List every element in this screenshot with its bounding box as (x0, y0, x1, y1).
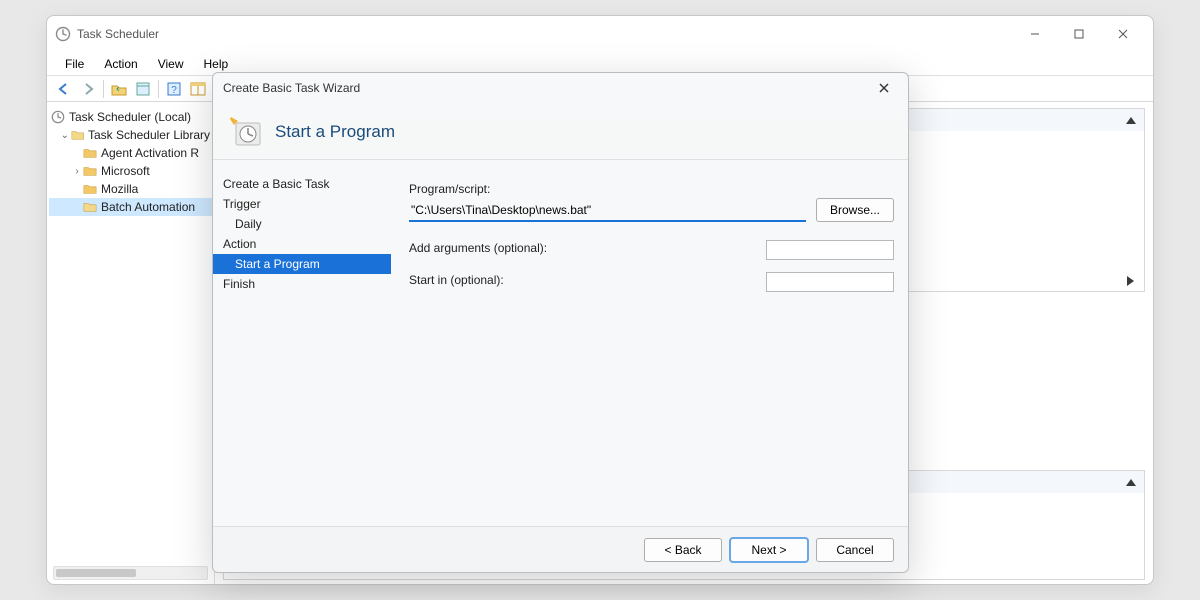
browse-button[interactable]: Browse... (816, 198, 894, 222)
menu-action[interactable]: Action (94, 54, 147, 74)
tree-item-label: Mozilla (101, 182, 138, 196)
titlebar: Task Scheduler (47, 16, 1153, 52)
toolbar-separator (103, 80, 104, 98)
nav-start-a-program[interactable]: Start a Program (213, 254, 391, 274)
properties-icon[interactable] (132, 78, 154, 100)
start-in-input[interactable] (766, 272, 894, 292)
nav-finish[interactable]: Finish (213, 274, 391, 294)
nav-trigger-daily[interactable]: Daily (213, 214, 391, 234)
folder-icon (83, 147, 97, 159)
close-button[interactable] (1101, 19, 1145, 49)
program-script-input[interactable] (409, 200, 806, 222)
forward-icon[interactable] (77, 78, 99, 100)
clock-icon (55, 26, 71, 42)
tree-item-selected[interactable]: Batch Automation (49, 198, 212, 216)
folder-icon (83, 165, 97, 177)
window-controls (1013, 19, 1145, 49)
folder-icon (83, 201, 97, 213)
tree-library[interactable]: ⌄ Task Scheduler Library (49, 126, 212, 144)
wizard-body: Create a Basic Task Trigger Daily Action… (213, 159, 908, 526)
up-folder-icon[interactable] (108, 78, 130, 100)
wizard-footer: < Back Next > Cancel (213, 526, 908, 572)
svg-text:?: ? (171, 85, 177, 96)
tree-item[interactable]: Mozilla (49, 180, 212, 198)
back-button[interactable]: < Back (644, 538, 722, 562)
tree-item-label: Agent Activation R (101, 146, 199, 160)
tree-library-label: Task Scheduler Library (88, 128, 210, 142)
start-in-label: Start in (optional): (409, 273, 504, 287)
menu-file[interactable]: File (55, 54, 94, 74)
nav-trigger[interactable]: Trigger (213, 194, 391, 214)
wizard-step-icon (227, 114, 263, 150)
tree-root[interactable]: Task Scheduler (Local) (49, 108, 212, 126)
cancel-button[interactable]: Cancel (816, 538, 894, 562)
wizard-title: Create Basic Task Wizard (223, 81, 870, 95)
wizard-nav: Create a Basic Task Trigger Daily Action… (213, 160, 391, 526)
create-basic-task-wizard: Create Basic Task Wizard Start a Program… (212, 72, 909, 573)
minimize-button[interactable] (1013, 19, 1057, 49)
window-title: Task Scheduler (77, 27, 1013, 41)
wizard-close-button[interactable] (870, 76, 898, 100)
wizard-heading: Start a Program (275, 122, 395, 142)
menu-help[interactable]: Help (194, 54, 239, 74)
collapse-up-icon (1126, 479, 1136, 486)
tree-root-label: Task Scheduler (Local) (69, 110, 191, 124)
wizard-header: Start a Program (213, 103, 908, 159)
pane-toggle-icon[interactable] (187, 78, 209, 100)
back-icon[interactable] (53, 78, 75, 100)
program-script-label: Program/script: (409, 182, 806, 196)
folder-icon (83, 183, 97, 195)
tree-pane[interactable]: Task Scheduler (Local) ⌄ Task Scheduler … (47, 102, 215, 584)
tree-item[interactable]: Agent Activation R (49, 144, 212, 162)
add-arguments-input[interactable] (766, 240, 894, 260)
nav-create-basic-task[interactable]: Create a Basic Task (213, 174, 391, 194)
wizard-form: Program/script: Browse... Add arguments … (391, 160, 908, 526)
chevron-down-icon[interactable]: ⌄ (59, 130, 71, 141)
collapse-up-icon (1126, 117, 1136, 124)
tree-item-label: Microsoft (101, 164, 150, 178)
tree-item[interactable]: › Microsoft (49, 162, 212, 180)
toolbar-separator (158, 80, 159, 98)
tree-item-label: Batch Automation (101, 200, 195, 214)
add-arguments-label: Add arguments (optional): (409, 241, 547, 255)
chevron-right-icon (1127, 276, 1134, 286)
menu-view[interactable]: View (148, 54, 194, 74)
next-button[interactable]: Next > (730, 538, 808, 562)
wizard-titlebar: Create Basic Task Wizard (213, 73, 908, 103)
scrollbar-thumb[interactable] (56, 569, 136, 577)
clock-icon (51, 110, 65, 124)
help-icon[interactable]: ? (163, 78, 185, 100)
nav-action[interactable]: Action (213, 234, 391, 254)
maximize-button[interactable] (1057, 19, 1101, 49)
horizontal-scrollbar[interactable] (53, 566, 208, 580)
folder-icon (71, 129, 84, 141)
chevron-right-icon[interactable]: › (71, 166, 83, 177)
